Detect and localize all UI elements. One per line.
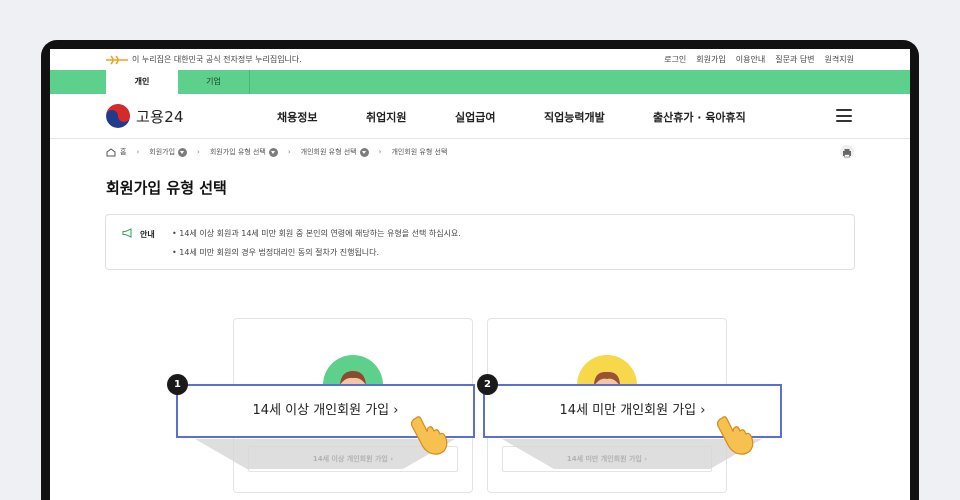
tab-personal[interactable]: 개인 [106, 70, 178, 94]
login-link[interactable]: 로그인 [664, 54, 686, 65]
nav-unemployment-benefit[interactable]: 실업급여 [455, 109, 495, 125]
browser-screen: 이 누리집은 대한민국 공식 전자정부 누리집입니다. 로그인 회원가입 이용안… [50, 49, 910, 500]
dropdown-icon[interactable] [178, 147, 188, 157]
dropdown-icon[interactable] [359, 147, 369, 157]
breadcrumb-personal-type[interactable]: 개인회원 유형 선택 [301, 147, 357, 157]
tab-corporate[interactable]: 기업 [178, 70, 250, 94]
pointing-hand-icon [714, 412, 758, 456]
megaphone-icon [122, 228, 134, 240]
step-badge-1: 1 [167, 374, 188, 395]
print-icon[interactable] [840, 145, 854, 159]
remote-support-link[interactable]: 원격지원 [825, 54, 854, 65]
nav-employment-support[interactable]: 취업지원 [366, 109, 406, 125]
pointing-hand-icon [408, 412, 452, 456]
guide-link[interactable]: 이용안내 [736, 54, 765, 65]
main-nav: 고용24 채용정보 취업지원 실업급여 직업능력개발 출산휴가 · 육아휴직 [50, 94, 910, 139]
breadcrumb-signup-type[interactable]: 회원가입 유형 선택 [210, 147, 266, 157]
dropdown-icon[interactable] [268, 147, 278, 157]
qna-link[interactable]: 질문과 답변 [775, 54, 814, 65]
notice-box: 안내 • 14세 이상 회원과 14세 미만 회원 중 본인의 연령에 해당하는… [105, 214, 855, 270]
notice-label: 안내 [122, 228, 155, 240]
logo-text: 고용24 [136, 107, 184, 126]
util-links: 로그인 회원가입 이용안내 질문과 답변 원격지원 [664, 54, 854, 65]
notice-line: • 14세 미만 회원의 경우 법정대리인 동의 절차가 진행됩니다. [172, 248, 380, 257]
breadcrumb-signup[interactable]: 회원가입 [149, 147, 175, 157]
home-icon[interactable] [106, 147, 116, 157]
user-type-tabs: 개인 기업 [50, 70, 910, 94]
step-badge-2: 2 [477, 374, 498, 395]
gov-logo-icon [106, 54, 128, 65]
breadcrumb: 홈 › 회원가입 › 회원가입 유형 선택 › 개인회원 유형 선택 › 개인회… [106, 147, 447, 157]
breadcrumb-home[interactable]: 홈 [120, 147, 126, 157]
hamburger-menu-icon[interactable] [836, 109, 852, 122]
page-title: 회원가입 유형 선택 [106, 179, 227, 197]
nav-jobs[interactable]: 채용정보 [277, 109, 317, 125]
nav-parental-leave[interactable]: 출산휴가 · 육아휴직 [653, 109, 746, 125]
nav-skills-development[interactable]: 직업능력개발 [544, 109, 605, 125]
site-logo[interactable]: 고용24 [106, 104, 184, 128]
breadcrumb-current: 개인회원 유형 선택 [391, 148, 448, 156]
util-bar: 이 누리집은 대한민국 공식 전자정부 누리집입니다. 로그인 회원가입 이용안… [50, 49, 910, 70]
notice-line: • 14세 이상 회원과 14세 미만 회원 중 본인의 연령에 해당하는 유형… [172, 229, 461, 238]
gov-notice: 이 누리집은 대한민국 공식 전자정부 누리집입니다. [106, 54, 302, 65]
signup-link[interactable]: 회원가입 [696, 54, 725, 65]
taegeuk-logo-icon [106, 104, 130, 128]
